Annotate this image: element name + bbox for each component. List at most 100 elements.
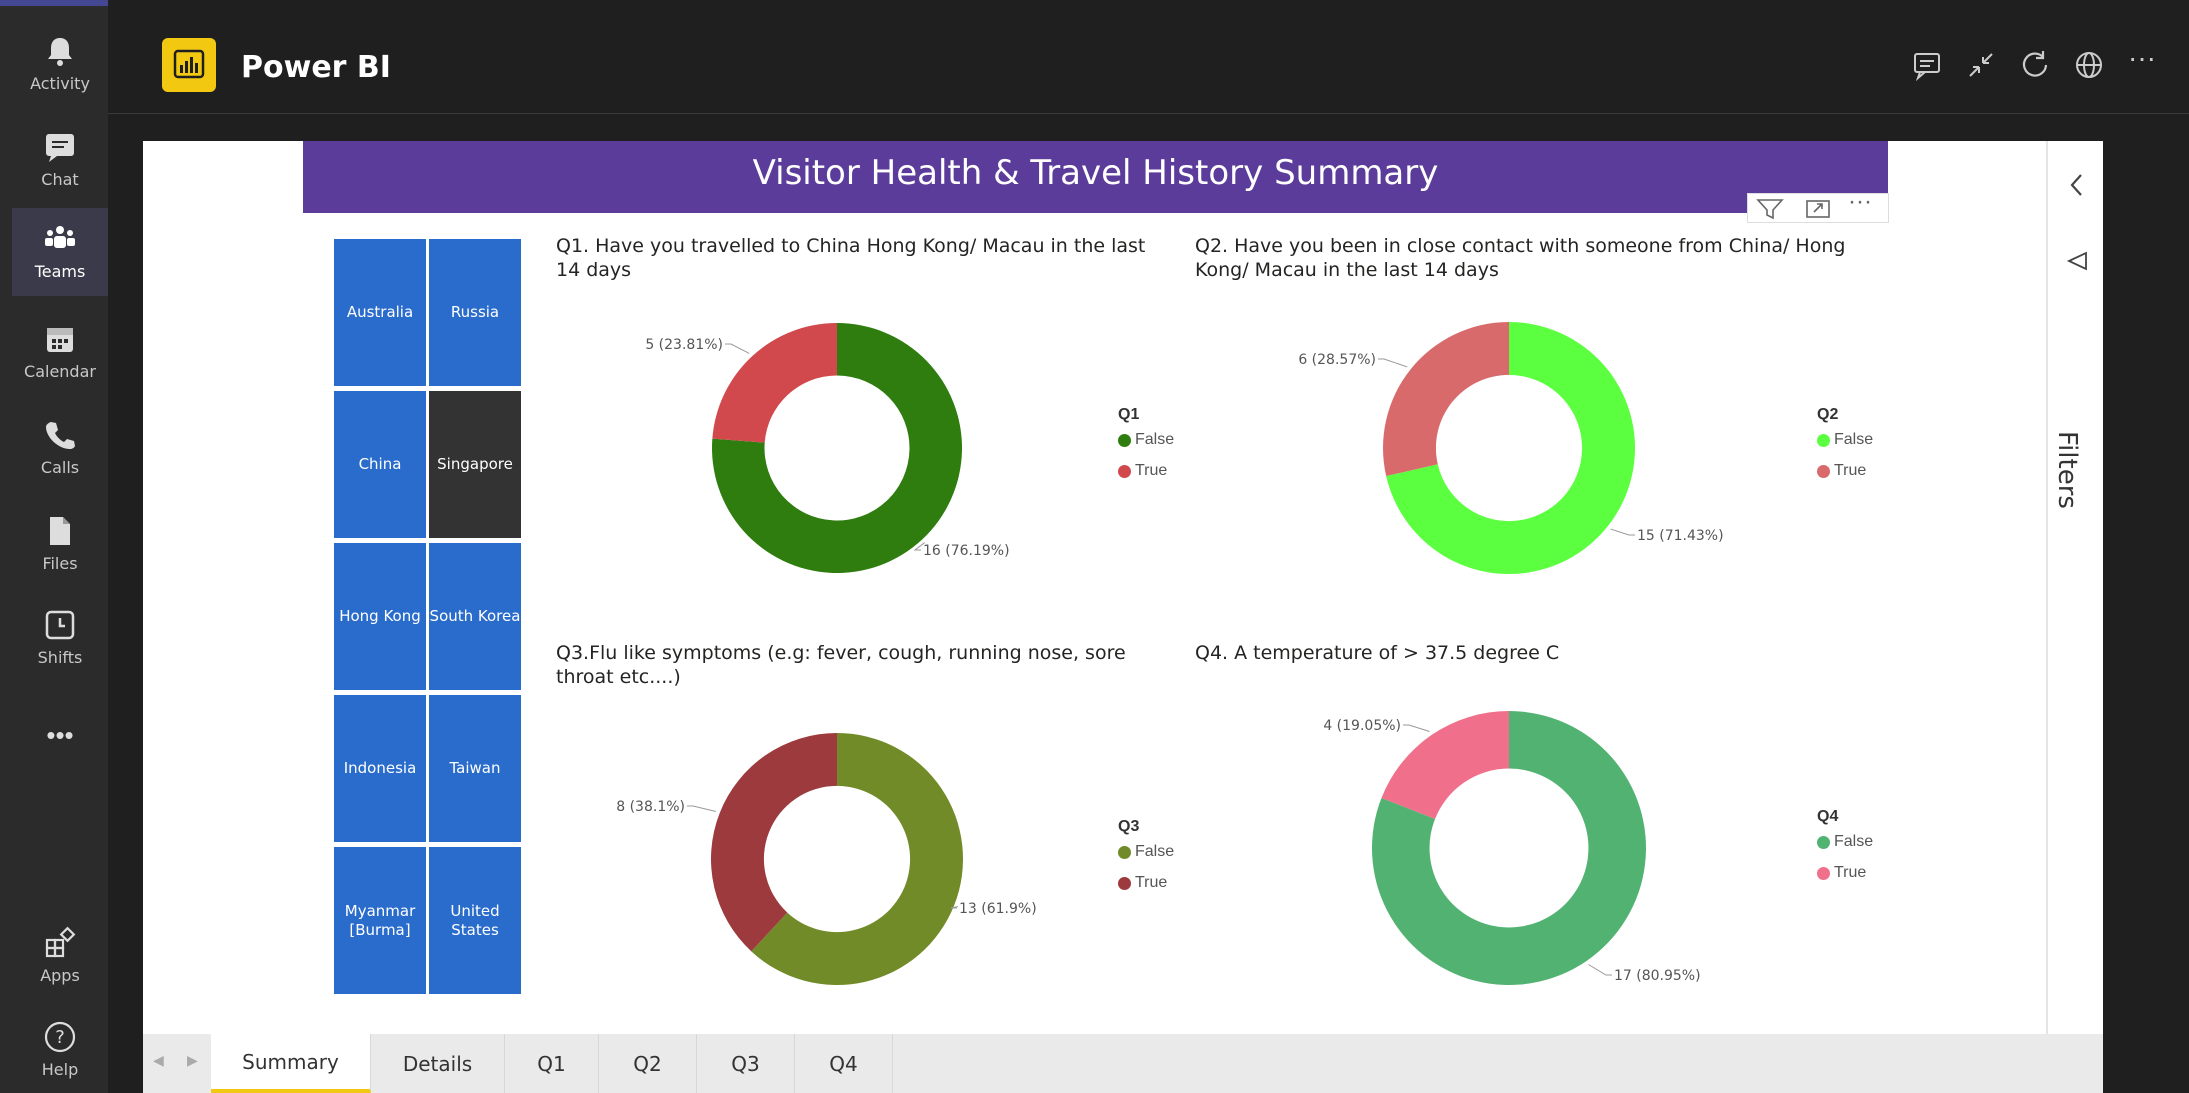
legend-swatch xyxy=(1817,866,1830,880)
file-icon xyxy=(50,517,70,545)
focus-mode-icon[interactable] xyxy=(1804,198,1832,220)
leader-line xyxy=(1588,964,1612,976)
donut-slice-true[interactable] xyxy=(1383,322,1509,477)
country-treemap: Australia Russia China Singapore Hong Kong So… xyxy=(334,239,524,994)
treemap-tile[interactable]: Indonesia xyxy=(334,695,426,842)
tab-scroll-right-icon[interactable]: ▶ xyxy=(187,1052,198,1069)
refresh-icon[interactable] xyxy=(2018,48,2052,82)
treemap-tile[interactable]: Australia xyxy=(334,239,426,386)
legend-item[interactable]: False xyxy=(1817,833,1873,851)
tab-q1[interactable]: Q1 xyxy=(505,1034,599,1093)
legend-label: False xyxy=(1834,833,1874,850)
data-label: 15 (71.43%) xyxy=(1637,528,1724,544)
rail-item-calls[interactable]: Calls xyxy=(12,404,108,492)
data-label: 13 (61.9%) xyxy=(959,901,1037,917)
rail-item-apps[interactable]: Apps xyxy=(12,912,108,1000)
tab-q3[interactable]: Q3 xyxy=(697,1034,795,1093)
power-bi-logo-icon xyxy=(162,38,216,92)
leader-line xyxy=(1378,358,1408,368)
donut-slice-true[interactable] xyxy=(712,323,837,443)
legend-label: False xyxy=(1135,431,1175,448)
rail-label: Teams xyxy=(34,262,86,281)
legend-title: Q3 xyxy=(1118,818,1140,835)
rail-label: Calls xyxy=(40,458,80,477)
chat-icon xyxy=(46,134,74,162)
tab-q4[interactable]: Q4 xyxy=(795,1034,893,1093)
rail-item-activity[interactable]: Activity xyxy=(12,20,108,108)
filters-label: Filters xyxy=(2052,431,2082,509)
visual-more-button[interactable]: ··· xyxy=(1848,188,1872,216)
legend-item[interactable]: False xyxy=(1118,431,1174,449)
rail-label: Help xyxy=(41,1060,79,1079)
phone-icon xyxy=(46,422,75,449)
rail-label: Calendar xyxy=(24,362,96,381)
treemap-tile[interactable]: Hong Kong xyxy=(334,543,426,690)
leader-line xyxy=(687,805,717,812)
filters-pane[interactable]: Filters xyxy=(2046,141,2103,1036)
ellipsis-icon: ••• xyxy=(46,720,74,750)
legend-label: True xyxy=(1135,874,1168,891)
globe-icon[interactable] xyxy=(2072,48,2106,82)
collapse-icon[interactable] xyxy=(1964,48,1998,82)
conversation-icon[interactable] xyxy=(1910,48,1944,82)
donut-slice-true[interactable] xyxy=(710,733,837,952)
leader-line xyxy=(725,343,750,354)
report-canvas: Visitor Health & Travel History Summary … xyxy=(143,141,2103,1093)
clock-icon xyxy=(45,610,75,640)
svg-text:?: ? xyxy=(55,1027,65,1048)
treemap-tile[interactable]: Myanmar [Burma] xyxy=(334,847,426,994)
treemap-tile[interactable]: China xyxy=(334,391,426,538)
chart-title: Q3.Flu like symptoms (e.g: fever, cough,… xyxy=(556,642,1126,688)
treemap-tile[interactable]: Russia xyxy=(429,239,521,386)
more-options-button[interactable]: ··· xyxy=(2128,42,2156,74)
legend-swatch xyxy=(1118,876,1131,890)
rail-item-teams[interactable]: Teams xyxy=(12,208,108,296)
visual-header-actions: ··· xyxy=(1747,188,1889,223)
treemap-tile[interactable]: South Korea xyxy=(429,543,521,690)
legend-swatch xyxy=(1118,433,1131,447)
rail-item-calendar[interactable]: Calendar xyxy=(12,308,108,396)
page-tab-bar: ◀ ▶ Summary Details Q1 Q2 Q3 Q4 xyxy=(143,1034,2103,1093)
teams-icon xyxy=(45,226,75,248)
rail-item-help[interactable]: ? Help xyxy=(12,1006,108,1093)
legend-title: Q2 xyxy=(1817,406,1839,423)
legend-item[interactable]: False xyxy=(1118,843,1174,861)
data-label: 8 (38.1%) xyxy=(616,799,685,815)
legend-item[interactable]: False xyxy=(1817,431,1873,449)
data-label: 4 (19.05%) xyxy=(1323,718,1401,734)
teams-window: Activity Chat Teams Calendar Calls Files… xyxy=(0,0,2189,1093)
treemap-tile[interactable]: Taiwan xyxy=(429,695,521,842)
report-title: Visitor Health & Travel History Summary xyxy=(303,141,1888,213)
filter-icon[interactable] xyxy=(1756,198,1784,220)
app-header: Power BI ··· xyxy=(108,6,2189,114)
legend-label: True xyxy=(1834,462,1867,479)
rail-item-chat[interactable]: Chat xyxy=(12,116,108,204)
tab-q2[interactable]: Q2 xyxy=(599,1034,697,1093)
chart-title: Q2. Have you been in close contact with … xyxy=(1195,235,1846,281)
legend-swatch xyxy=(1817,835,1830,849)
legend-swatch xyxy=(1817,433,1830,447)
megaphone-icon xyxy=(2066,251,2087,271)
rail-label: Shifts xyxy=(37,648,83,667)
more-apps-button[interactable]: ••• xyxy=(12,710,108,760)
tab-scroll-left-icon[interactable]: ◀ xyxy=(153,1052,164,1069)
legend-swatch xyxy=(1817,464,1830,478)
treemap-tile[interactable]: United States xyxy=(429,847,521,994)
rail-item-files[interactable]: Files xyxy=(12,500,108,588)
treemap-tile[interactable]: Singapore xyxy=(429,391,521,538)
legend-item[interactable]: True xyxy=(1817,462,1866,480)
chevron-left-icon[interactable] xyxy=(2066,171,2088,199)
legend-item[interactable]: True xyxy=(1118,874,1167,892)
data-label: 17 (80.95%) xyxy=(1614,968,1701,984)
legend-item[interactable]: True xyxy=(1817,864,1866,882)
donut-slice-true[interactable] xyxy=(1381,711,1509,819)
tab-summary[interactable]: Summary xyxy=(211,1034,371,1093)
leader-line xyxy=(1610,528,1635,536)
tab-details[interactable]: Details xyxy=(371,1034,505,1093)
rail-label: Activity xyxy=(30,74,90,93)
legend-swatch xyxy=(1118,464,1131,478)
rail-label: Chat xyxy=(41,170,79,189)
data-label: 16 (76.19%) xyxy=(923,543,1010,559)
legend-item[interactable]: True xyxy=(1118,462,1167,480)
rail-item-shifts[interactable]: Shifts xyxy=(12,594,108,682)
